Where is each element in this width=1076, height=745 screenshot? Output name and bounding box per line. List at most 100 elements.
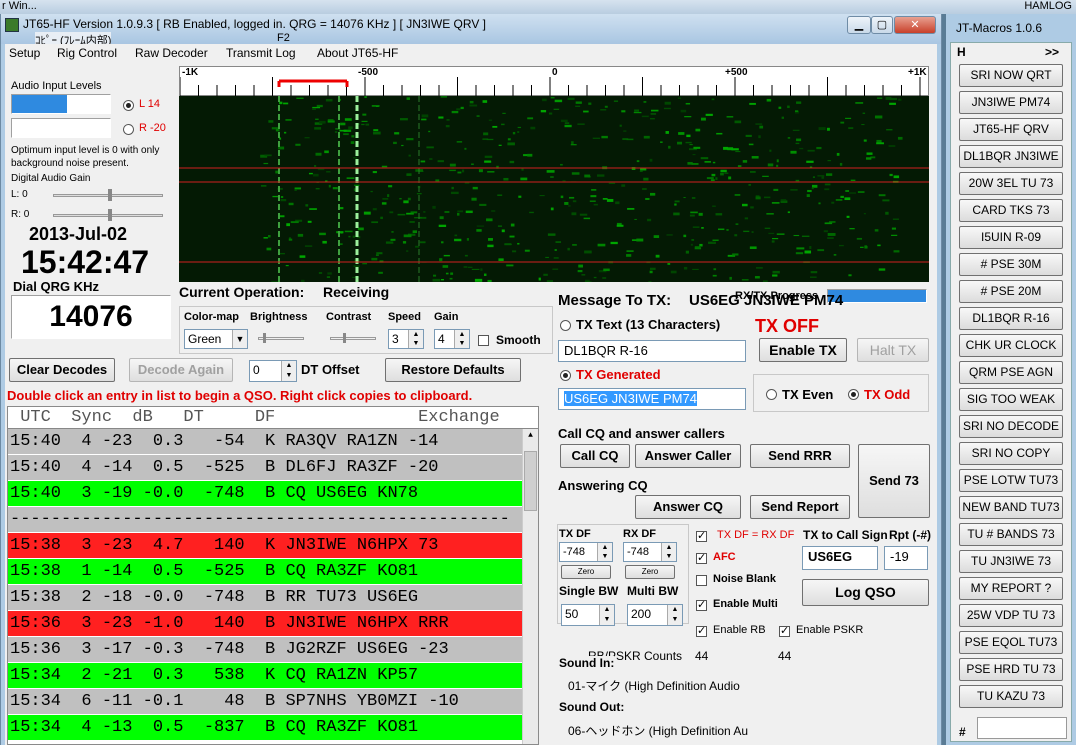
enable-tx-button[interactable]: Enable TX [759,338,847,362]
macro-button[interactable]: DL1BQR R-16 [959,307,1063,330]
macro-button[interactable]: NEW BAND TU73 [959,496,1063,519]
macro-button[interactable]: TU JN3IWE 73 [959,550,1063,573]
macro-button[interactable]: JT65-HF QRV [959,118,1063,141]
sound-out-device[interactable]: 06-ヘッドホン (High Definition Au [568,722,748,739]
macro-button[interactable]: PSE EQOL TU73 [959,631,1063,654]
macro-button[interactable]: 20W 3EL TU 73 [959,172,1063,195]
dial-qrg-field[interactable]: 14076 [11,295,171,339]
contrast-thumb[interactable] [343,333,346,343]
macro-button[interactable]: CHK UR CLOCK [959,334,1063,357]
enable-pskr-checkbox[interactable]: ✓ [779,626,790,637]
contrast-slider[interactable] [330,333,376,343]
macro-button[interactable]: SRI NO COPY [959,442,1063,465]
close-icon[interactable]: ✕ [894,16,936,34]
macro-button[interactable]: # PSE 30M [959,253,1063,276]
waterfall-display[interactable] [179,96,929,282]
decode-row[interactable]: ----------------------------------------… [8,507,538,533]
df-equal-checkbox[interactable]: ✓ [696,531,707,542]
speed-spinner[interactable]: 3 ▲ ▼ [388,329,424,349]
macro-button[interactable]: PSE HRD TU 73 [959,658,1063,681]
tx-generated-radio[interactable] [560,370,571,381]
menu-raw-decoder[interactable]: Raw Decoder [135,46,208,60]
report-field[interactable]: -19 [884,546,928,570]
halt-tx-button[interactable]: Halt TX [857,338,929,362]
rx-df-spinner[interactable]: -748 ▲ ▼ [623,542,677,562]
decode-row[interactable]: 15:40 4 -14 0.5 -525 B DL6FJ RA3ZF -20 [8,455,538,481]
spinner-arrows-icon[interactable]: ▲ ▼ [599,605,614,625]
decode-row[interactable]: 15:38 1 -14 0.5 -525 B CQ RA3ZF KO81 [8,559,538,585]
macro-button[interactable]: SRI NOW QRT [959,64,1063,87]
tx-df-zero-button[interactable]: Zero [561,565,611,579]
maximize-icon[interactable]: ▢ [871,16,893,34]
decode-again-button[interactable]: Decode Again [129,358,233,382]
decode-row[interactable]: 15:40 3 -19 -0.0 -748 B CQ US6EG KN78 [8,481,538,507]
decodes-list[interactable]: UTC Sync dB DT DF Exchange 15:40 4 -23 0… [7,406,539,745]
decode-row[interactable]: 15:36 3 -17 -0.3 -748 B JG2RZF US6EG -23 [8,637,538,663]
macro-input-field[interactable] [977,717,1067,739]
spinner-arrows-icon[interactable]: ▲ ▼ [597,543,612,561]
macro-button[interactable]: SIG TOO WEAK [959,388,1063,411]
macros-expand-icon[interactable]: >> [1045,45,1059,59]
dt-offset-spinner[interactable]: 0 ▲ ▼ [249,360,297,382]
decodes-scrollbar[interactable]: ▲ [522,429,538,744]
spinner-arrows-icon[interactable]: ▲ ▼ [667,605,682,625]
call-cq-button[interactable]: Call CQ [560,444,630,468]
send-73-button[interactable]: Send 73 [858,444,930,518]
macro-button[interactable]: I5UIN R-09 [959,226,1063,249]
chevron-down-icon[interactable]: ▼ [232,330,247,348]
spinner-arrows-icon[interactable]: ▲ ▼ [408,330,423,348]
decode-row[interactable]: 15:38 2 -18 -0.0 -748 B RR TU73 US6EG [8,585,538,611]
enable-multi-checkbox[interactable]: ✓ [696,600,707,611]
log-qso-button[interactable]: Log QSO [802,579,929,606]
send-report-button[interactable]: Send Report [750,495,850,519]
menu-transmit-log[interactable]: Transmit Log [226,46,296,60]
restore-defaults-button[interactable]: Restore Defaults [385,358,521,382]
macro-button[interactable]: CARD TKS 73 [959,199,1063,222]
tx-to-call-field[interactable]: US6EG [802,546,878,570]
menu-about[interactable]: About JT65-HF [317,46,398,60]
macro-button[interactable]: TU KAZU 73 [959,685,1063,708]
title-bar[interactable]: JT65-HF Version 1.0.9.3 [ RB Enabled, lo… [1,14,941,48]
decode-row[interactable]: 15:40 4 -23 0.3 -54 K RA3QV RA1ZN -14 [8,429,538,455]
menu-setup[interactable]: Setup [9,46,40,60]
tx-df-spinner[interactable]: -748 ▲ ▼ [559,542,613,562]
gain-spinner[interactable]: 4 ▲ ▼ [434,329,470,349]
colormap-select[interactable]: Green ▼ [184,329,248,349]
minimize-icon[interactable]: ▁ [847,16,871,34]
macro-button[interactable]: DL1BQR JN3IWE [959,145,1063,168]
decode-row[interactable]: 15:34 4 -13 0.5 -837 B CQ RA3ZF KO81 [8,715,538,741]
smooth-checkbox[interactable] [478,335,489,346]
macro-button[interactable]: # PSE 20M [959,280,1063,303]
macro-button[interactable]: SRI NO DECODE [959,415,1063,438]
brightness-slider[interactable] [258,333,304,343]
answer-cq-button[interactable]: Answer CQ [635,495,741,519]
gain-left-thumb[interactable] [108,189,112,201]
tx-odd-radio[interactable] [848,389,859,400]
decode-row[interactable]: 15:34 6 -11 -0.1 48 B SP7NHS YB0MZI -10 [8,689,538,715]
macro-button[interactable]: QRM PSE AGN [959,361,1063,384]
spinner-arrows-icon[interactable]: ▲ ▼ [454,330,469,348]
noise-blank-checkbox[interactable] [696,575,707,586]
left-channel-radio[interactable] [123,100,134,111]
multi-bw-spinner[interactable]: 200 ▲ ▼ [627,604,683,626]
macro-button[interactable]: PSE LOTW TU73 [959,469,1063,492]
decode-row[interactable]: 15:36 3 -23 -1.0 140 B JN3IWE N6HPX RRR [8,611,538,637]
afc-checkbox[interactable]: ✓ [696,553,707,564]
decode-row[interactable]: 15:34 2 -21 0.3 538 K CQ RA1ZN KP57 [8,663,538,689]
rx-df-zero-button[interactable]: Zero [625,565,675,579]
sound-in-device[interactable]: 01-マイク (High Definition Audio [568,677,740,694]
clear-decodes-button[interactable]: Clear Decodes [9,358,115,382]
enable-rb-checkbox[interactable]: ✓ [696,626,707,637]
scroll-thumb[interactable] [524,451,537,511]
spinner-arrows-icon[interactable]: ▲ ▼ [661,543,676,561]
right-channel-radio[interactable] [123,124,134,135]
gain-right-slider[interactable] [53,209,163,221]
gain-right-thumb[interactable] [108,209,112,221]
tx-generated-field[interactable]: US6EG JN3IWE PM74 [558,388,746,410]
send-rrr-button[interactable]: Send RRR [750,444,850,468]
tx-text-field[interactable]: DL1BQR R-16 [558,340,746,362]
brightness-thumb[interactable] [263,333,266,343]
macro-button[interactable]: JN3IWE PM74 [959,91,1063,114]
decode-row[interactable]: 15:38 3 -23 4.7 140 K JN3IWE N6HPX 73 [8,533,538,559]
single-bw-spinner[interactable]: 50 ▲ ▼ [561,604,615,626]
